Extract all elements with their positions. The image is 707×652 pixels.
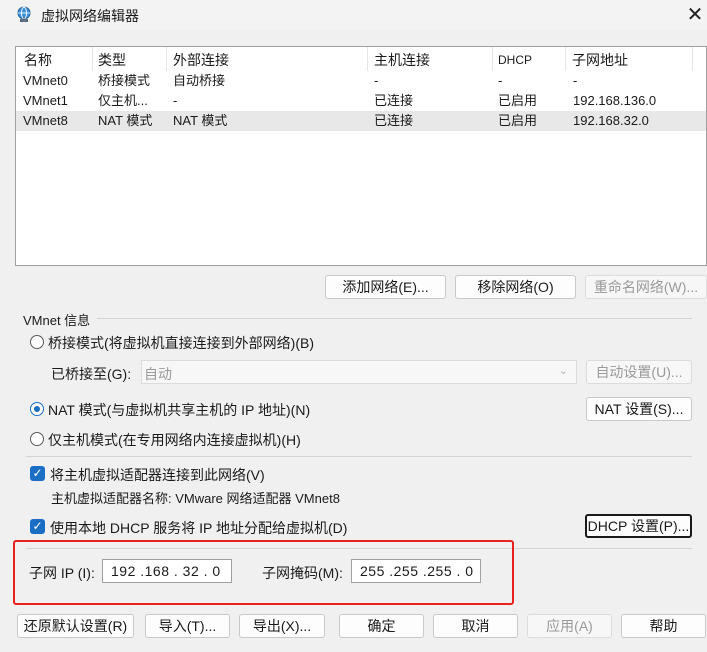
chevron-down-icon: ⌄ [558, 365, 568, 377]
table-row[interactable]: VMnet0 桥接模式 自动桥接 - - - [16, 71, 706, 91]
bridged-to-label: 已桥接至(G): [51, 366, 132, 382]
column-header-subnet[interactable]: 子网地址 [572, 50, 628, 70]
cell-type: NAT 模式 [98, 113, 153, 128]
cell-external: 自动桥接 [173, 73, 226, 88]
cell-subnet: 192.168.136.0 [573, 93, 657, 108]
import-button[interactable]: 导入(T)... [145, 614, 230, 638]
window-title: 虚拟网络编辑器 [41, 8, 139, 24]
vmnet-info-group-label: VMnet 信息 [23, 313, 91, 328]
dhcp-label[interactable]: 使用本地 DHCP 服务将 IP 地址分配给虚拟机(D) [50, 518, 347, 538]
column-header-name[interactable]: 名称 [24, 50, 52, 70]
column-divider [492, 47, 493, 71]
column-divider [367, 47, 368, 71]
cell-dhcp: 已启用 [498, 93, 538, 108]
title-bar: 虚拟网络编辑器 ✕ [0, 0, 707, 30]
apply-button[interactable]: 应用(A) [527, 614, 612, 638]
rename-network-button[interactable]: 重命名网络(W)... [585, 275, 707, 299]
cell-subnet: 192.168.32.0 [573, 113, 649, 128]
nat-settings-button[interactable]: NAT 设置(S)... [586, 397, 692, 421]
cell-host: 已连接 [374, 113, 414, 128]
export-button[interactable]: 导出(X)... [239, 614, 325, 638]
host-only-label[interactable]: 仅主机模式(在专用网络内连接虚拟机)(H) [48, 430, 301, 450]
close-icon[interactable]: ✕ [683, 3, 707, 27]
column-header-dhcp[interactable]: DHCP [498, 50, 532, 70]
dhcp-settings-button[interactable]: DHCP 设置(P)... [585, 514, 692, 538]
connect-adapter-label[interactable]: 将主机虚拟适配器连接到此网络(V) [50, 465, 265, 485]
column-header-external[interactable]: 外部连接 [173, 50, 229, 70]
section-divider [26, 456, 692, 457]
bridged-to-value: 自动 [144, 366, 172, 382]
auto-settings-button[interactable]: 自动设置(U)... [586, 360, 692, 384]
cell-external: NAT 模式 [173, 113, 228, 128]
network-list[interactable]: 名称 类型 外部连接 主机连接 DHCP 子网地址 VMnet0 桥接模式 自动… [15, 46, 707, 266]
column-divider [92, 47, 93, 71]
bridged-to-select[interactable]: 自动 ⌄ [141, 360, 577, 384]
cell-host: - [374, 73, 379, 88]
column-divider [692, 47, 693, 71]
help-button[interactable]: 帮助 [621, 614, 706, 638]
cell-dhcp: - [498, 73, 503, 88]
cell-type: 仅主机... [98, 93, 148, 108]
cell-name: VMnet8 [23, 113, 68, 128]
cell-external: - [173, 93, 178, 108]
column-header-host[interactable]: 主机连接 [374, 50, 430, 70]
remove-network-button[interactable]: 移除网络(O) [455, 275, 576, 299]
group-divider [97, 318, 692, 319]
network-globe-icon [15, 6, 33, 24]
ok-button[interactable]: 确定 [339, 614, 424, 638]
annotation-highlight-box [13, 540, 514, 605]
dhcp-checkbox[interactable]: ✓ [30, 519, 45, 534]
table-row-selected[interactable]: VMnet8 NAT 模式 NAT 模式 已连接 已启用 192.168.32.… [16, 111, 706, 131]
table-row[interactable]: VMnet1 仅主机... - 已连接 已启用 192.168.136.0 [16, 91, 706, 111]
cancel-button[interactable]: 取消 [433, 614, 518, 638]
cell-dhcp: 已启用 [498, 113, 538, 128]
cell-type: 桥接模式 [98, 73, 151, 88]
column-divider [166, 47, 167, 71]
bridged-mode-radio[interactable] [30, 335, 44, 349]
cell-subnet: - [573, 73, 578, 88]
adapter-name-label: 主机虚拟适配器名称: VMware 网络适配器 VMnet8 [51, 491, 340, 506]
column-header-type[interactable]: 类型 [98, 50, 126, 70]
network-list-header: 名称 类型 外部连接 主机连接 DHCP 子网地址 [16, 47, 706, 71]
add-network-button[interactable]: 添加网络(E)... [325, 275, 446, 299]
host-only-radio[interactable] [30, 432, 44, 446]
nat-mode-label[interactable]: NAT 模式(与虚拟机共享主机的 IP 地址)(N) [48, 400, 310, 420]
restore-defaults-button[interactable]: 还原默认设置(R) [17, 614, 134, 638]
column-divider [565, 47, 566, 71]
cell-name: VMnet1 [23, 93, 68, 108]
connect-adapter-checkbox[interactable]: ✓ [30, 466, 45, 481]
nat-mode-radio[interactable] [30, 402, 44, 416]
bridged-mode-label[interactable]: 桥接模式(将虚拟机直接连接到外部网络)(B) [48, 333, 314, 353]
cell-name: VMnet0 [23, 73, 68, 88]
cell-host: 已连接 [374, 93, 414, 108]
